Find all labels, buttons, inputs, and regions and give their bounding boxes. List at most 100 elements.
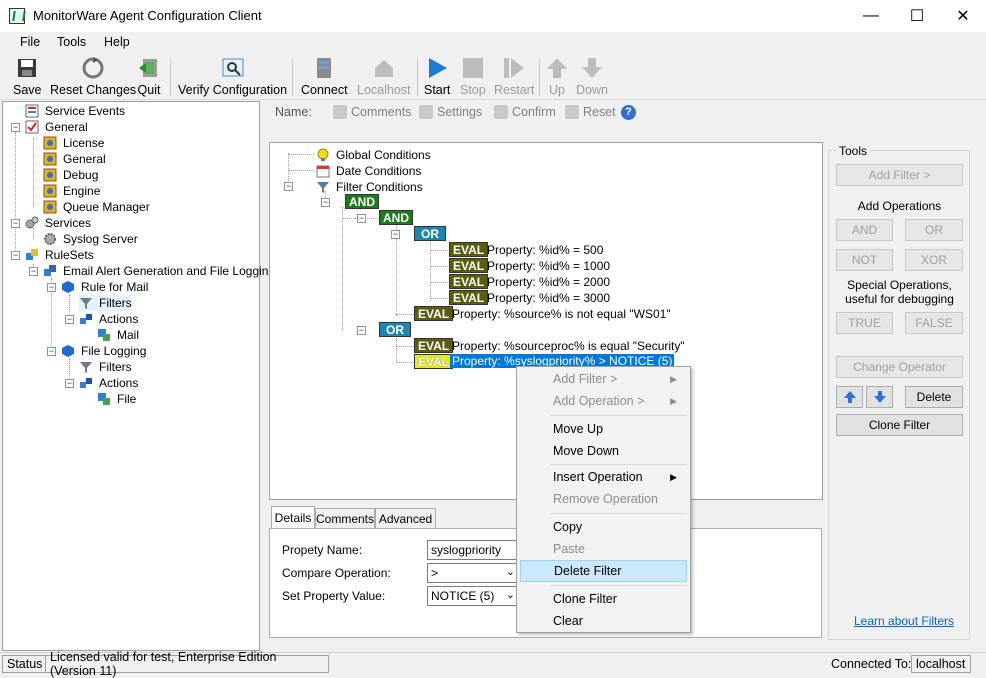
tree-item-general-settings[interactable]: General — [43, 151, 106, 167]
global-conditions-node[interactable]: Global Conditions — [316, 147, 431, 163]
clone-filter-button[interactable]: Clone Filter — [836, 414, 963, 436]
tree-item-service-events[interactable]: Service Events — [25, 103, 125, 119]
confirm-button[interactable]: Confirm — [494, 105, 556, 119]
eval-badge[interactable]: EVAL — [449, 242, 489, 257]
eval-badge[interactable]: EVAL — [414, 338, 454, 353]
save-button[interactable]: Save — [13, 56, 42, 97]
localhost-button[interactable]: Localhost — [357, 56, 411, 97]
change-operator-button[interactable]: Change Operator — [836, 356, 963, 378]
start-button[interactable]: Start — [424, 56, 450, 97]
delete-button[interactable]: Delete — [905, 386, 963, 408]
verify-configuration-button[interactable]: Verify Configuration — [178, 56, 287, 97]
ctx-insert-operation[interactable]: Insert Operation ▶ — [520, 466, 687, 488]
tree-item-rulesets[interactable]: RuleSets — [25, 247, 94, 263]
expander-and[interactable]: − — [357, 214, 366, 223]
or-operator-2[interactable]: OR — [379, 322, 411, 337]
menu-file[interactable]: File — [20, 35, 40, 49]
expander-rule-for-mail[interactable]: − — [47, 283, 56, 292]
tree-item-actions-mail[interactable]: Actions — [79, 311, 138, 327]
up-button[interactable]: Up — [545, 56, 569, 97]
settings-button[interactable]: Settings — [419, 105, 482, 119]
restart-button[interactable]: Restart — [494, 56, 534, 97]
tree-item-file[interactable]: File — [97, 391, 136, 407]
stop-button[interactable]: Stop — [460, 56, 486, 97]
tree-item-filters-file[interactable]: Filters — [79, 359, 132, 375]
true-button[interactable]: TRUE — [836, 312, 893, 334]
eval-property[interactable]: Property: %id% = 500 — [487, 243, 603, 257]
tree-item-email-alert[interactable]: Email Alert Generation and File Logging — [43, 263, 275, 279]
tree-item-actions-file[interactable]: Actions — [79, 375, 138, 391]
date-conditions-node[interactable]: Date Conditions — [316, 163, 421, 179]
reset-changes-button[interactable]: Reset Changes — [50, 56, 136, 97]
expander-file-logging[interactable]: − — [47, 347, 56, 356]
ctx-move-up[interactable]: Move Up — [520, 418, 687, 440]
learn-about-filters-link[interactable]: Learn about Filters — [854, 614, 954, 628]
expander-email-alert[interactable]: − — [29, 267, 38, 276]
maximize-button[interactable]: ☐ — [894, 0, 940, 32]
comments-button[interactable]: Comments — [333, 105, 411, 119]
tree-item-file-logging[interactable]: File Logging — [61, 343, 146, 359]
set-property-value-select[interactable]: NOTICE (5) ⌄ — [427, 586, 519, 606]
eval-badge[interactable]: EVAL — [449, 274, 489, 289]
tree-item-mail[interactable]: Mail — [97, 327, 139, 343]
connect-button[interactable]: Connect — [301, 56, 348, 97]
expander-rulesets[interactable]: − — [11, 251, 20, 260]
eval-property[interactable]: Property: %id% = 2000 — [487, 275, 610, 289]
menu-help[interactable]: Help — [104, 35, 130, 49]
eval-property[interactable]: Property: %id% = 3000 — [487, 291, 610, 305]
tab-details[interactable]: Details — [271, 506, 315, 529]
ctx-remove-operation[interactable]: Remove Operation — [520, 488, 687, 510]
move-up-button[interactable] — [836, 386, 863, 408]
eval-property[interactable]: Property: %id% = 1000 — [487, 259, 610, 273]
compare-operation-select[interactable]: > ⌄ — [427, 563, 519, 583]
tree-item-engine[interactable]: Engine — [43, 183, 100, 199]
or-button[interactable]: OR — [905, 219, 963, 241]
quit-button[interactable]: Quit — [137, 56, 161, 97]
ctx-delete-filter[interactable]: Delete Filter — [520, 560, 687, 582]
tree-item-queue-manager[interactable]: Queue Manager — [43, 199, 150, 215]
xor-button[interactable]: XOR — [905, 249, 963, 271]
tree-item-general[interactable]: General — [25, 119, 88, 135]
tree-item-services[interactable]: Services — [25, 215, 91, 231]
eval-badge[interactable]: EVAL — [449, 290, 489, 305]
expander-services[interactable]: − — [11, 219, 20, 228]
ctx-move-down[interactable]: Move Down — [520, 440, 687, 462]
menu-tools[interactable]: Tools — [57, 35, 86, 49]
tree-item-rule-for-mail[interactable]: Rule for Mail — [61, 279, 148, 295]
ctx-clear[interactable]: Clear — [520, 610, 687, 632]
close-button[interactable]: ✕ — [940, 0, 986, 32]
reset-button[interactable]: Reset — [565, 105, 616, 119]
and-operator[interactable]: AND — [379, 210, 413, 225]
and-button[interactable]: AND — [836, 219, 893, 241]
eval-property[interactable]: Property: %sourceproc% is equal "Securit… — [452, 339, 685, 353]
eval-badge[interactable]: EVAL — [449, 258, 489, 273]
configuration-tree[interactable]: − − − − − − − − Service Events General L… — [2, 101, 275, 651]
down-button[interactable]: Down — [576, 56, 608, 97]
tree-item-debug[interactable]: Debug — [43, 167, 98, 183]
expander-and-root[interactable]: − — [321, 198, 330, 207]
tab-comments[interactable]: Comments — [315, 508, 375, 528]
help-icon[interactable]: ? — [621, 105, 636, 120]
filter-conditions-node[interactable]: Filter Conditions — [316, 179, 423, 195]
tree-item-license[interactable]: License — [43, 135, 104, 151]
ctx-paste[interactable]: Paste — [520, 538, 687, 560]
ctx-add-operation[interactable]: Add Operation > ▶ — [520, 390, 687, 412]
and-operator-root[interactable]: AND — [345, 194, 379, 209]
expander-actions-file[interactable]: − — [65, 379, 74, 388]
ctx-add-filter[interactable]: Add Filter > ▶ — [520, 368, 687, 390]
tree-item-filters-mail[interactable]: Filters — [79, 295, 132, 311]
eval-badge[interactable]: EVAL — [414, 306, 454, 321]
move-down-button[interactable] — [866, 386, 893, 408]
or-operator[interactable]: OR — [414, 226, 446, 241]
ctx-copy[interactable]: Copy — [520, 516, 687, 538]
tree-item-syslog-server[interactable]: Syslog Server — [43, 231, 138, 247]
ctx-clone-filter[interactable]: Clone Filter — [520, 588, 687, 610]
eval-property[interactable]: Property: %source% is not equal "WS01" — [452, 307, 671, 321]
expander-general[interactable]: − — [11, 123, 20, 132]
false-button[interactable]: FALSE — [905, 312, 963, 334]
eval-badge-selected[interactable]: EVAL — [414, 354, 454, 369]
not-button[interactable]: NOT — [836, 249, 893, 271]
expander-actions-mail[interactable]: − — [65, 315, 74, 324]
expander-or[interactable]: − — [391, 230, 400, 239]
add-filter-button[interactable]: Add Filter > — [836, 164, 963, 186]
